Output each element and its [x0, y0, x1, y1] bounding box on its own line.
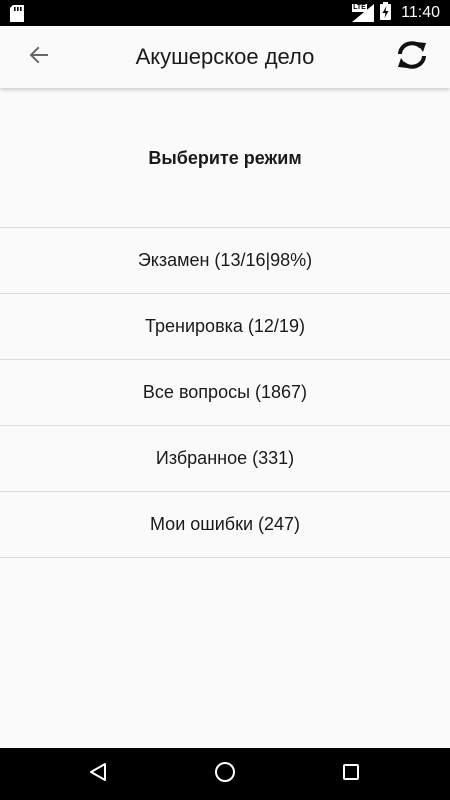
nav-home-icon	[214, 761, 236, 788]
page-title: Акушерское дело	[135, 44, 315, 69]
arrow-left-icon	[29, 45, 49, 70]
section-title: Выберите режим	[148, 148, 302, 168]
back-button[interactable]	[22, 41, 56, 73]
sync-button[interactable]	[394, 39, 430, 75]
nav-recents-button[interactable]	[335, 758, 367, 790]
navigation-bar	[0, 748, 450, 800]
mode-list: Экзамен (13/16|98%) Тренировка (12/19) В…	[0, 227, 450, 558]
sync-icon	[395, 40, 429, 75]
nav-recents-icon	[340, 761, 362, 788]
mode-item-all-questions[interactable]: Все вопросы (1867)	[0, 360, 450, 426]
nav-home-button[interactable]	[209, 758, 241, 790]
mode-item-favorites[interactable]: Избранное (331)	[0, 426, 450, 492]
battery-charging-icon	[380, 1, 392, 25]
app-bar: Акушерское дело	[0, 26, 450, 88]
main-content: Выберите режим Экзамен (13/16|98%) Трени…	[0, 88, 450, 748]
nav-back-icon	[87, 761, 109, 788]
status-time: 11:40	[401, 4, 440, 21]
mode-item-training[interactable]: Тренировка (12/19)	[0, 294, 450, 360]
nav-back-button[interactable]	[82, 758, 114, 790]
sd-card-icon	[10, 5, 24, 22]
mode-item-my-mistakes[interactable]: Мои ошибки (247)	[0, 492, 450, 558]
network-type: LTE	[352, 4, 367, 12]
signal-icon: LTE	[352, 4, 375, 22]
mode-item-exam[interactable]: Экзамен (13/16|98%)	[0, 228, 450, 294]
status-icons: LTE 11:40	[352, 0, 440, 26]
status-bar: LTE 11:40	[0, 0, 450, 26]
